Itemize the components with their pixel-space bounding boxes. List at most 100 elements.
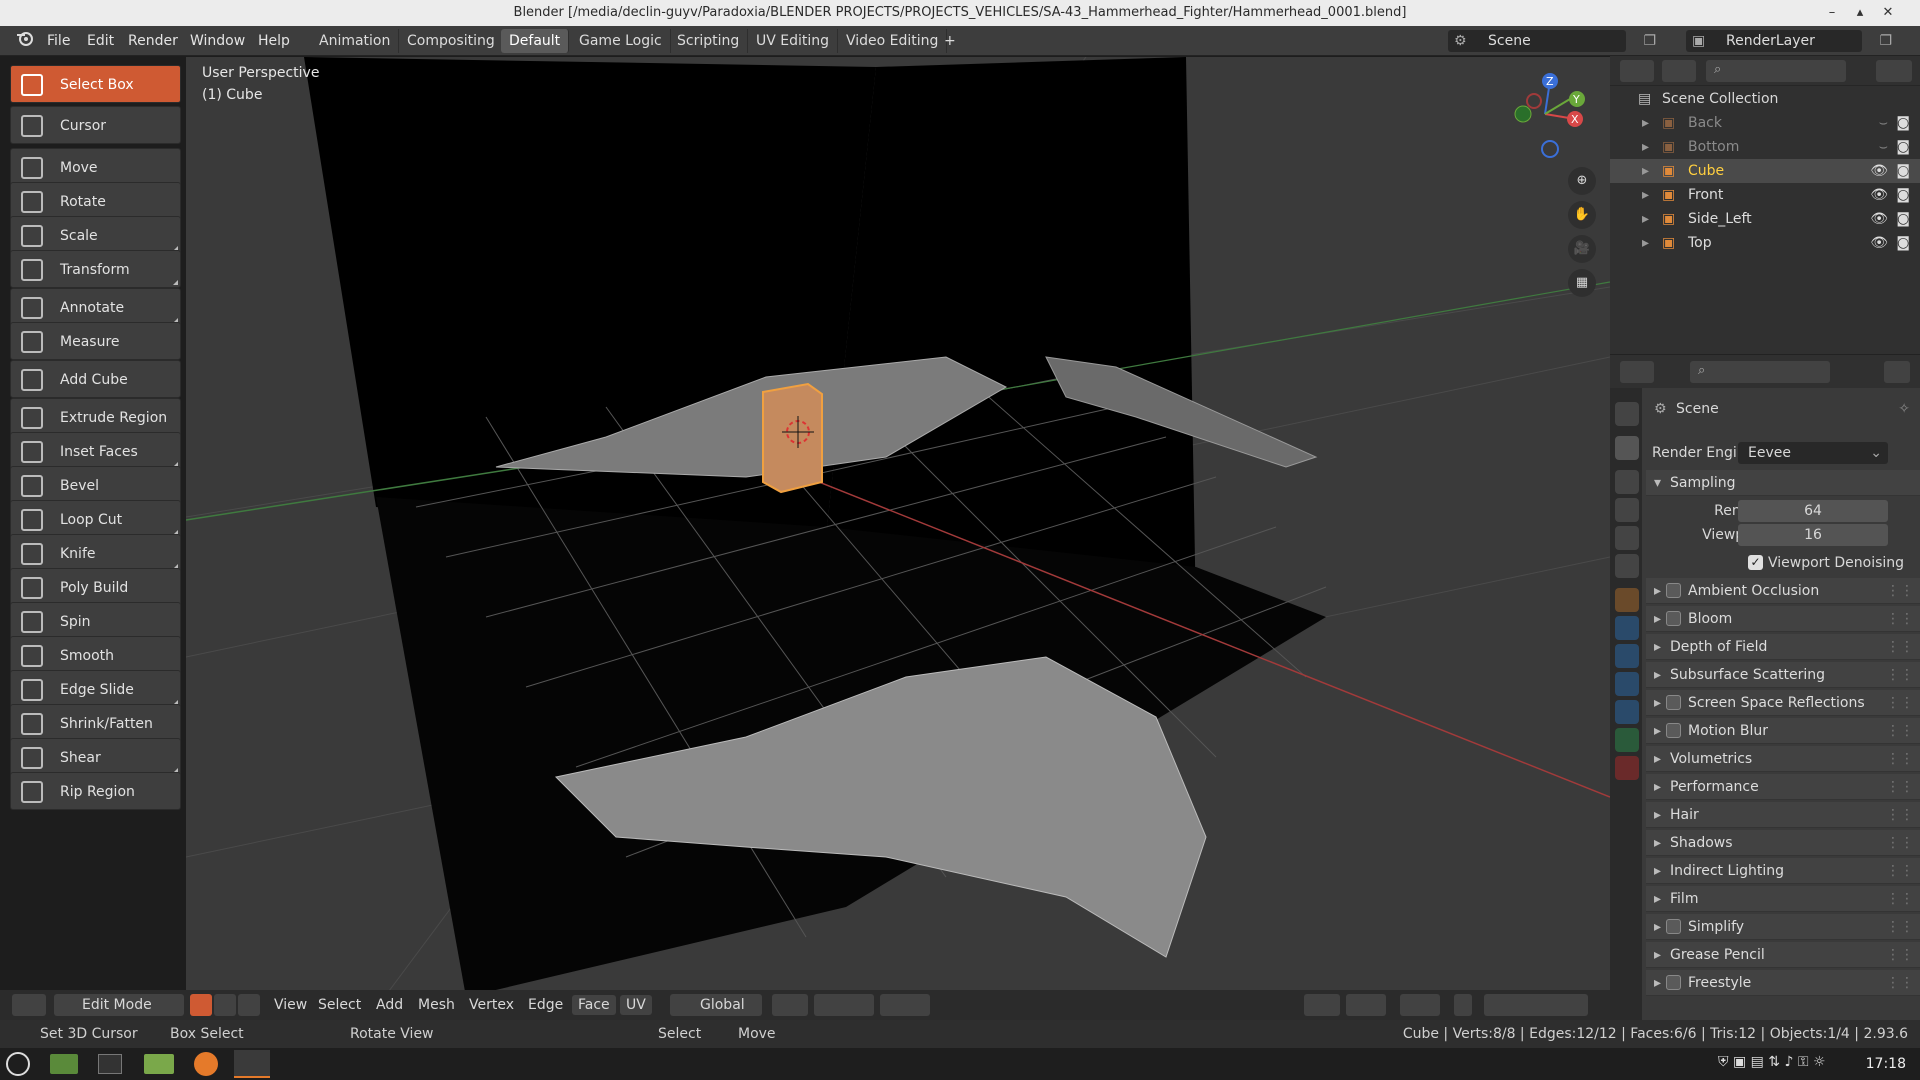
outliner-item-cube[interactable]: ▸ ▣ Cube 👁 ◙ xyxy=(1610,159,1920,183)
object-tab-icon[interactable] xyxy=(1615,588,1639,612)
properties-type-icon[interactable] xyxy=(1620,361,1654,383)
drag-handle-icon[interactable]: ⋮⋮ xyxy=(1886,578,1914,604)
expand-arrow-icon[interactable]: ▸ xyxy=(1642,135,1649,159)
panel-film[interactable]: ▸ Film ⋮⋮ xyxy=(1646,886,1920,912)
panel-simplify[interactable]: ▸ Simplify ⋮⋮ xyxy=(1646,914,1920,940)
tool-smooth[interactable]: Smooth xyxy=(10,636,181,674)
tool-poly-build[interactable]: Poly Build xyxy=(10,568,181,606)
checkbox-icon[interactable] xyxy=(1666,723,1681,738)
physics-tab-icon[interactable] xyxy=(1615,672,1639,696)
face-select-icon[interactable] xyxy=(238,994,260,1016)
drag-handle-icon[interactable]: ⋮⋮ xyxy=(1886,970,1914,996)
panel-performance[interactable]: ▸ Performance ⋮⋮ xyxy=(1646,774,1920,800)
data-tab-icon[interactable] xyxy=(1615,728,1639,752)
blender-task-icon[interactable] xyxy=(234,1050,270,1078)
mint-menu-icon[interactable] xyxy=(6,1052,30,1076)
panel-motion-blur[interactable]: ▸ Motion Blur ⋮⋮ xyxy=(1646,718,1920,744)
drag-handle-icon[interactable]: ⋮⋮ xyxy=(1886,690,1914,716)
tab-compositing[interactable]: Compositing xyxy=(399,29,504,53)
outliner-item-back[interactable]: ▸ ▣ Back ⌣ ◙ xyxy=(1610,111,1920,135)
tab-animation[interactable]: Animation xyxy=(311,29,400,53)
panel-screen-space-reflections[interactable]: ▸ Screen Space Reflections ⋮⋮ xyxy=(1646,690,1920,716)
outliner-scene-collection[interactable]: ▤ Scene Collection xyxy=(1610,87,1920,111)
camera-render-icon[interactable]: ◙ xyxy=(1896,159,1910,183)
panel-grease-pencil[interactable]: ▸ Grease Pencil ⋮⋮ xyxy=(1646,942,1920,968)
menu-help[interactable]: Help xyxy=(251,30,297,52)
tool-cursor[interactable]: Cursor xyxy=(10,106,181,144)
tool-transform[interactable]: Transform xyxy=(10,250,181,288)
menu-edit[interactable]: Edit xyxy=(80,30,121,52)
expand-arrow-icon[interactable]: ▸ xyxy=(1642,207,1649,231)
minimize-icon[interactable]: – xyxy=(1818,0,1846,26)
camera-render-icon[interactable]: ◙ xyxy=(1896,183,1910,207)
scene-tab-icon[interactable] xyxy=(1615,526,1639,550)
display-mode-icon[interactable] xyxy=(1662,60,1696,82)
tab-default[interactable]: Default xyxy=(501,29,570,53)
tool-rip-region[interactable]: Rip Region xyxy=(10,772,181,810)
drag-handle-icon[interactable]: ⋮⋮ xyxy=(1886,606,1914,632)
tool-spin[interactable]: Spin xyxy=(10,602,181,640)
terminal-icon[interactable] xyxy=(98,1054,122,1074)
checkbox-icon[interactable] xyxy=(1666,583,1681,598)
pivot-icon[interactable] xyxy=(772,994,808,1016)
outliner-search-input[interactable]: ⌕ xyxy=(1706,60,1846,82)
tool-scale[interactable]: Scale xyxy=(10,216,181,254)
zoom-icon[interactable]: ⊕ xyxy=(1568,167,1596,195)
folder-icon[interactable] xyxy=(144,1054,174,1074)
checkbox-icon[interactable] xyxy=(1666,695,1681,710)
constraints-tab-icon[interactable] xyxy=(1615,700,1639,724)
drag-handle-icon[interactable]: ⋮⋮ xyxy=(1886,746,1914,772)
outliner-type-icon[interactable] xyxy=(1620,60,1654,82)
outliner-item-side-left[interactable]: ▸ ▣ Side_Left 👁 ◙ xyxy=(1610,207,1920,231)
eye-icon[interactable]: 👁 xyxy=(1870,231,1888,255)
tool-tab-icon[interactable] xyxy=(1615,402,1639,426)
maximize-icon[interactable]: ▴ xyxy=(1846,0,1874,26)
drag-handle-icon[interactable]: ⋮⋮ xyxy=(1886,634,1914,660)
blender-logo-icon[interactable] xyxy=(8,30,33,52)
xray-icon[interactable] xyxy=(1454,994,1472,1016)
drag-handle-icon[interactable]: ⋮⋮ xyxy=(1886,914,1914,940)
eye-icon[interactable]: 👁 xyxy=(1870,207,1888,231)
checkbox-icon[interactable] xyxy=(1666,919,1681,934)
checkbox-checked-icon[interactable]: ✓ xyxy=(1748,555,1763,570)
tab-video-editing[interactable]: Video Editing xyxy=(838,29,948,53)
panel-freestyle[interactable]: ▸ Freestyle ⋮⋮ xyxy=(1646,970,1920,996)
sampling-panel-header[interactable]: ▾ Sampling xyxy=(1646,470,1920,496)
menu-render[interactable]: Render xyxy=(121,30,185,52)
tool-shrink-fatten[interactable]: Shrink/Fatten xyxy=(10,704,181,742)
snap-icon[interactable] xyxy=(814,994,874,1016)
vp-menu-add[interactable]: Add xyxy=(370,995,409,1015)
drag-handle-icon[interactable]: ⋮⋮ xyxy=(1886,942,1914,968)
expand-arrow-icon[interactable]: ▸ xyxy=(1642,159,1649,183)
menu-window[interactable]: Window xyxy=(183,30,252,52)
panel-depth-of-field[interactable]: ▸ Depth of Field ⋮⋮ xyxy=(1646,634,1920,660)
panel-volumetrics[interactable]: ▸ Volumetrics ⋮⋮ xyxy=(1646,746,1920,772)
edge-select-icon[interactable] xyxy=(214,994,236,1016)
vertex-select-icon[interactable] xyxy=(190,994,212,1016)
drag-handle-icon[interactable]: ⋮⋮ xyxy=(1886,774,1914,800)
camera-render-icon[interactable]: ◙ xyxy=(1896,135,1910,159)
add-workspace-icon[interactable]: + xyxy=(936,29,964,53)
tool-select-box[interactable]: Select Box xyxy=(10,65,181,103)
3d-viewport[interactable]: User Perspective (1) Cube Z X Y ⊕ ✋ 🎥 ▦ xyxy=(186,57,1610,995)
viewport-samples-field[interactable]: 16 xyxy=(1738,524,1888,546)
material-tab-icon[interactable] xyxy=(1615,756,1639,780)
render-samples-field[interactable]: 64 xyxy=(1738,500,1888,522)
expand-arrow-icon[interactable]: ▸ xyxy=(1642,231,1649,255)
outliner-item-front[interactable]: ▸ ▣ Front 👁 ◙ xyxy=(1610,183,1920,207)
expand-arrow-icon[interactable]: ▸ xyxy=(1642,183,1649,207)
panel-indirect-lighting[interactable]: ▸ Indirect Lighting ⋮⋮ xyxy=(1646,858,1920,884)
tab-game-logic[interactable]: Game Logic xyxy=(571,29,671,53)
tool-annotate[interactable]: Annotate xyxy=(10,288,181,326)
particles-tab-icon[interactable] xyxy=(1615,644,1639,668)
ortho-grid-icon[interactable]: ▦ xyxy=(1568,269,1596,297)
firefox-icon[interactable] xyxy=(194,1052,218,1076)
tool-edge-slide[interactable]: Edge Slide xyxy=(10,670,181,708)
orientation-dropdown[interactable]: Global xyxy=(670,994,762,1016)
renderlayer-selector[interactable]: ▣ RenderLayer ❐ xyxy=(1686,30,1892,52)
drag-handle-icon[interactable]: ⋮⋮ xyxy=(1886,886,1914,912)
tab-scripting[interactable]: Scripting xyxy=(669,29,749,53)
camera-render-icon[interactable]: ◙ xyxy=(1896,111,1910,135)
navigation-gizmo[interactable]: Z X Y xyxy=(1500,69,1590,159)
camera-view-icon[interactable]: 🎥 xyxy=(1568,235,1596,263)
